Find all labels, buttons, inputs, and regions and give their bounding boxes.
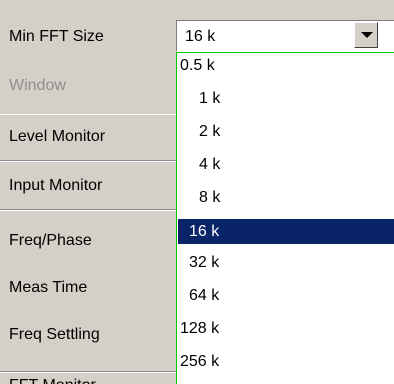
dropdown-option-8k[interactable]: 8 k [178,185,394,210]
dropdown-option-4k[interactable]: 4 k [178,152,394,177]
min-fft-size-combo[interactable]: 16 k [176,20,394,52]
combo-value: 16 k [185,28,216,45]
fft-size-dropdown[interactable]: 0.5 k 1 k 2 k 4 k 8 k 16 k 32 k 64 k 128… [176,52,394,384]
dropdown-option-0.5k[interactable]: 0.5 k [178,53,394,78]
dropdown-option-16k[interactable]: 16 k [178,219,394,244]
fft-monitor-label: FFT Monitor [9,376,96,384]
dropdown-option-32k[interactable]: 32 k [178,250,394,275]
dropdown-option-128k[interactable]: 128 k [178,316,394,341]
dropdown-option-1k[interactable]: 1 k [178,86,394,111]
settings-panel: Min FFT Size Window Level Monitor Input … [0,0,394,384]
chevron-down-icon [361,32,373,38]
min-fft-size-label: Min FFT Size [9,28,104,45]
combo-dropdown-button[interactable] [354,22,378,48]
dropdown-option-2k[interactable]: 2 k [178,119,394,144]
freq-phase-label: Freq/Phase [9,232,92,249]
dropdown-option-256k[interactable]: 256 k [178,349,394,374]
dropdown-option-64k[interactable]: 64 k [178,283,394,308]
freq-settling-label: Freq Settling [9,326,100,343]
window-label: Window [9,77,66,94]
meas-time-label: Meas Time [9,279,88,296]
input-monitor-label: Input Monitor [9,177,103,194]
level-monitor-label: Level Monitor [9,128,106,145]
